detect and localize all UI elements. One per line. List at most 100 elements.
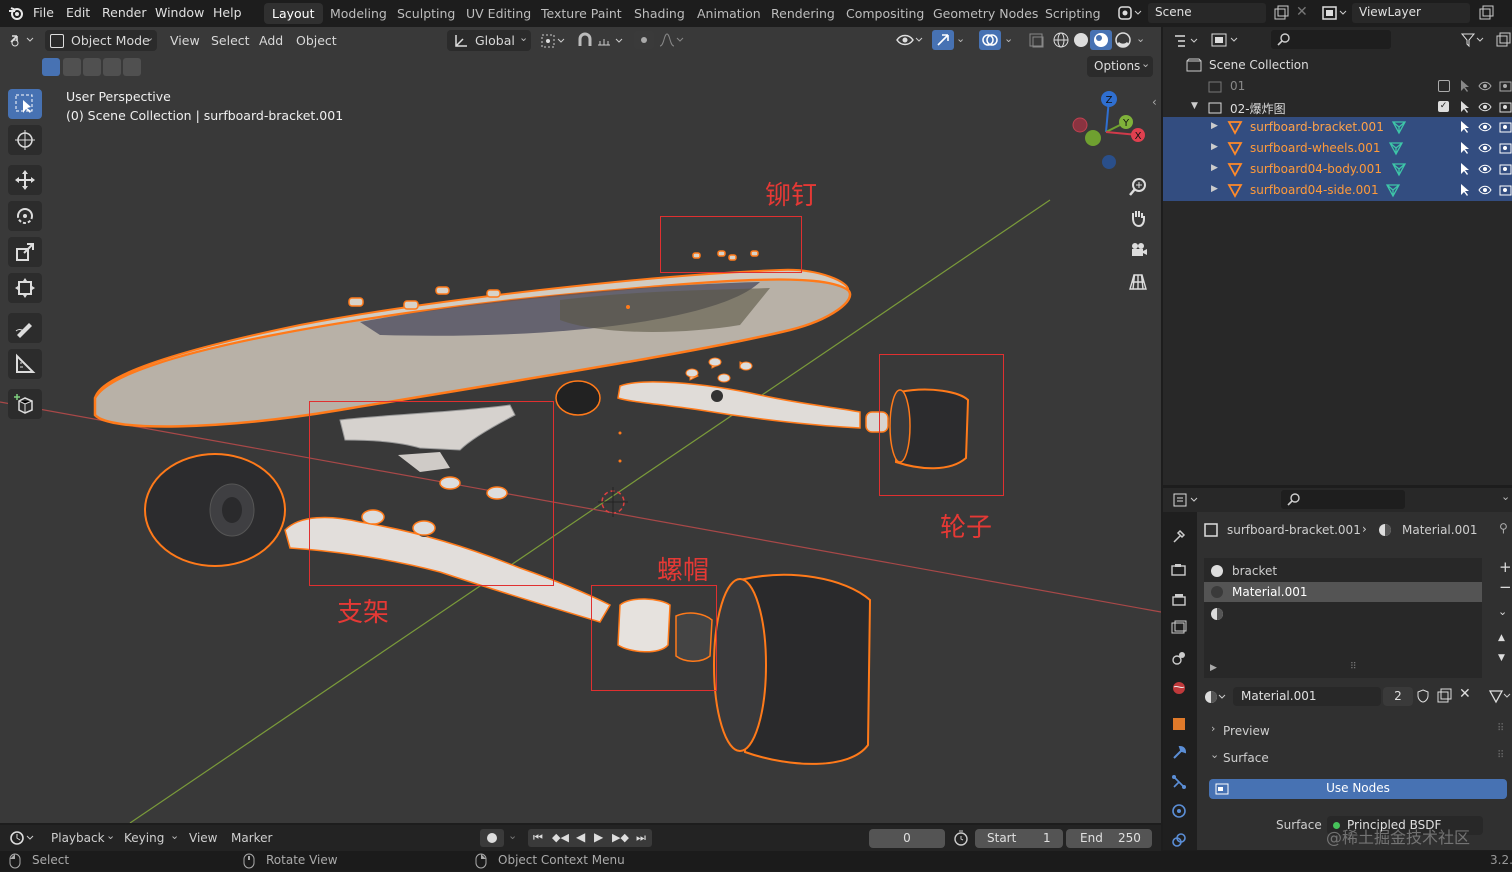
visibility-icon[interactable] [896, 32, 924, 51]
outliner-editor-type-icon[interactable] [1173, 33, 1201, 52]
mesh-data-icon[interactable] [1391, 119, 1407, 138]
mesh-data-icon[interactable] [1385, 182, 1401, 201]
gizmo-toggle-icon[interactable] [932, 30, 954, 50]
view-layer-selector[interactable]: ViewLayer [1352, 3, 1470, 23]
delete-scene-icon[interactable]: ✕ [1296, 4, 1308, 20]
material-slot-row[interactable]: bracket [1204, 561, 1482, 581]
eye-icon[interactable] [1478, 120, 1492, 137]
chevron-down-icon[interactable]: ⌄ [508, 829, 517, 842]
proportional-editing-icon[interactable] [634, 31, 654, 49]
play-icon[interactable]: ▶ [594, 830, 603, 844]
output-tab-icon[interactable] [1171, 592, 1187, 611]
select-subtract-icon[interactable] [83, 58, 101, 76]
material-browse-icon[interactable] [1204, 689, 1230, 708]
mesh-data-icon[interactable] [1391, 161, 1407, 180]
outliner-collection-row[interactable]: 01 [1163, 76, 1512, 97]
outliner-collection-row[interactable]: ▼ 02-爆炸图 ✓ [1163, 97, 1512, 118]
eye-icon[interactable] [1478, 162, 1492, 179]
user-count-field[interactable]: 2 [1383, 687, 1413, 706]
transform-tool[interactable] [8, 273, 42, 303]
new-view-layer-icon[interactable] [1478, 5, 1494, 24]
eye-icon[interactable] [1478, 79, 1492, 96]
zoom-icon[interactable] [1128, 177, 1148, 200]
move-tool[interactable] [8, 165, 42, 195]
unlink-material-icon[interactable]: ✕ [1459, 686, 1471, 702]
constraints-tab-icon[interactable] [1171, 832, 1187, 851]
select-pointer-icon[interactable] [1459, 120, 1471, 137]
chevron-down-icon[interactable]: ⌄ [1004, 32, 1013, 45]
link-mode-icon[interactable] [1488, 688, 1512, 707]
expand-arrow-icon[interactable]: ▶ [1211, 121, 1218, 131]
jump-end-icon[interactable]: ⏭ [636, 831, 646, 845]
measure-tool[interactable] [8, 349, 42, 379]
eye-icon[interactable] [1478, 183, 1492, 200]
select-intersect-icon[interactable] [123, 58, 141, 76]
tab-animation[interactable]: Animation [689, 3, 769, 24]
menu-file[interactable]: File [33, 5, 54, 20]
rotate-tool[interactable] [8, 201, 42, 231]
select-pointer-icon[interactable] [1459, 162, 1471, 179]
tab-scripting[interactable]: Scripting [1037, 3, 1109, 24]
tab-sculpting[interactable]: Sculpting [389, 3, 463, 24]
tab-geometry-nodes[interactable]: Geometry Nodes [925, 3, 1046, 24]
select-new-icon[interactable] [42, 58, 60, 76]
scene-selector[interactable]: Scene [1148, 3, 1266, 23]
new-scene-icon[interactable] [1273, 5, 1289, 24]
menu-help[interactable]: Help [213, 5, 242, 20]
material-slot-row[interactable] [1204, 603, 1482, 623]
render-tab-icon[interactable] [1171, 562, 1187, 581]
filter-icon[interactable] [1460, 32, 1487, 51]
pivot-point-icon[interactable] [540, 33, 568, 52]
xray-toggle-icon[interactable] [1028, 32, 1046, 53]
snap-target-icon[interactable] [596, 33, 626, 52]
current-frame-field[interactable]: 0 [869, 829, 945, 848]
keying-menu[interactable]: Keying [124, 831, 164, 845]
auto-keying-button[interactable] [480, 829, 504, 847]
surface-panel-header[interactable]: ⌄ Surface ⠿ [1204, 747, 1512, 769]
material-name-field[interactable]: Material.001 [1233, 687, 1381, 706]
chevron-down-icon[interactable]: ⌄ [1136, 32, 1145, 45]
solid-shading-icon[interactable] [1072, 31, 1090, 52]
select-pointer-icon[interactable] [1459, 100, 1471, 117]
falloff-icon[interactable] [658, 32, 684, 51]
timeline-view-menu[interactable]: View [189, 831, 217, 845]
start-frame-field[interactable]: Start 1 [975, 829, 1063, 848]
timeline-editor-type-icon[interactable] [9, 830, 37, 849]
play-reverse-icon[interactable]: ◀ [576, 830, 585, 844]
exclude-checkbox[interactable] [1438, 80, 1450, 92]
outliner-object-row[interactable]: ▶ surfboard04-side.001 [1163, 180, 1512, 201]
camera-icon[interactable] [1499, 100, 1512, 117]
preview-range-icon[interactable] [953, 830, 969, 849]
tab-layout[interactable]: Layout [264, 3, 323, 24]
next-keyframe-icon[interactable]: ▶◆ [612, 831, 629, 844]
remove-slot-icon[interactable]: − [1499, 578, 1512, 596]
new-collection-icon[interactable] [1495, 32, 1511, 51]
menu-edit[interactable]: Edit [66, 5, 90, 20]
select-invert-icon[interactable] [103, 58, 121, 76]
add-slot-icon[interactable]: + [1499, 558, 1512, 576]
properties-editor-type-icon[interactable] [1173, 492, 1201, 511]
viewport-menu-object[interactable]: Object [296, 33, 337, 48]
camera-icon[interactable] [1499, 141, 1512, 158]
scene-tab-icon[interactable] [1171, 650, 1187, 669]
wireframe-shading-icon[interactable] [1052, 31, 1070, 52]
move-slot-up-icon[interactable]: ▲ [1498, 633, 1505, 643]
expand-arrow-icon[interactable]: ▶ [1211, 142, 1218, 152]
object-tab-icon[interactable] [1171, 716, 1187, 735]
marker-menu[interactable]: Marker [231, 831, 272, 845]
world-tab-icon[interactable] [1171, 680, 1187, 699]
end-frame-field[interactable]: End 250 [1066, 829, 1152, 848]
expand-arrow-icon[interactable]: ▶ [1211, 163, 1218, 173]
view-layer-tab-icon[interactable] [1171, 620, 1187, 639]
blender-logo-icon[interactable] [8, 5, 24, 21]
playback-menu[interactable]: Playback [51, 831, 105, 845]
overlays-toggle-icon[interactable] [979, 30, 1001, 50]
move-slot-down-icon[interactable]: ▼ [1498, 653, 1505, 663]
pan-hand-icon[interactable] [1128, 208, 1148, 231]
view-layer-icon[interactable] [1322, 5, 1350, 24]
eye-icon[interactable] [1478, 100, 1492, 117]
physics-tab-icon[interactable] [1171, 803, 1187, 822]
outliner-object-row[interactable]: ▶ surfboard-wheels.001 [1163, 138, 1512, 159]
viewport-menu-add[interactable]: Add [259, 33, 283, 48]
select-pointer-icon[interactable] [1459, 141, 1471, 158]
